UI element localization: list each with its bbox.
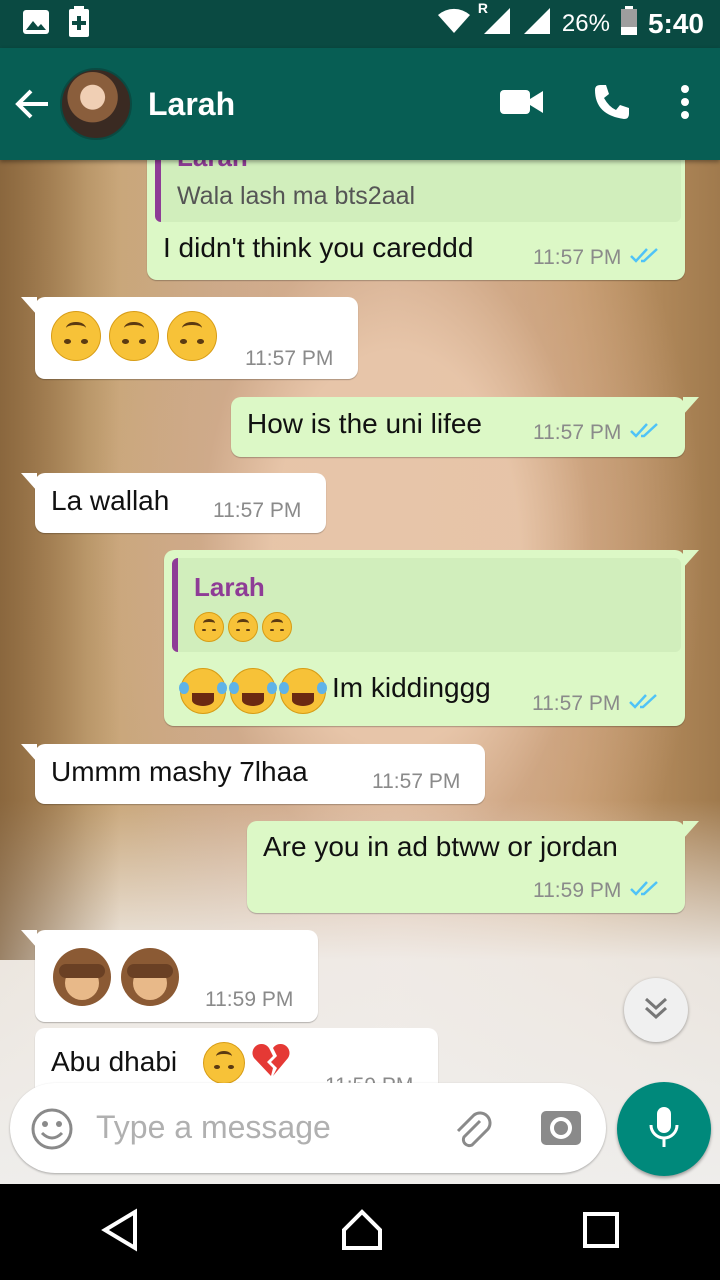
message-text: How is the uni lifee bbox=[247, 408, 483, 439]
scroll-to-bottom-button[interactable] bbox=[624, 978, 688, 1042]
emoji-icon[interactable] bbox=[30, 1107, 74, 1156]
upside-down-face-emoji bbox=[109, 311, 159, 361]
message-time: 11:57 PM bbox=[533, 246, 622, 269]
quoted-message[interactable]: Larah bbox=[172, 558, 681, 652]
message-time: 11:59 PM bbox=[205, 988, 294, 1011]
message-time: 11:57 PM bbox=[245, 347, 334, 370]
wifi-icon bbox=[436, 7, 472, 42]
message-incoming[interactable]: La wallah 11:57 PM bbox=[21, 473, 326, 533]
attach-icon[interactable] bbox=[450, 1107, 494, 1156]
read-receipt-icon bbox=[628, 692, 660, 716]
message-incoming[interactable]: Ummm mashy 7lhaa 11:57 PM bbox=[21, 744, 485, 804]
upside-down-face-emoji bbox=[203, 1042, 245, 1084]
message-outgoing[interactable]: Larah Im kiddinggg 11:57 PM bbox=[164, 550, 699, 726]
gallery-icon bbox=[22, 9, 50, 40]
home-icon[interactable] bbox=[340, 1208, 384, 1257]
message-outgoing[interactable]: Are you in ad btww or jordan 11:59 PM bbox=[247, 821, 699, 913]
broken-heart-emoji bbox=[251, 1042, 291, 1078]
recent-apps-icon[interactable] bbox=[581, 1210, 621, 1255]
camera-icon[interactable] bbox=[540, 1107, 582, 1152]
chat-background: Larah Wala lash ma bts2aal I didn't thin… bbox=[0, 160, 720, 1184]
quoted-message[interactable]: Larah Wala lash ma bts2aal bbox=[155, 160, 681, 222]
message-incoming[interactable]: 11:59 PM bbox=[21, 930, 318, 1022]
battery-icon bbox=[620, 5, 638, 43]
contact-name[interactable]: Larah bbox=[148, 86, 235, 123]
clock: 5:40 bbox=[647, 8, 704, 39]
video-call-icon[interactable] bbox=[500, 88, 544, 121]
read-receipt-icon bbox=[629, 879, 661, 903]
mic-icon bbox=[647, 1105, 681, 1154]
navigation-bar bbox=[0, 1184, 720, 1280]
upside-down-face-emoji bbox=[262, 612, 292, 642]
message-text: La wallah bbox=[51, 485, 170, 516]
signal-icon bbox=[522, 6, 552, 43]
message-text: Abu dhabi bbox=[51, 1046, 178, 1077]
message-time: 11:59 PM bbox=[533, 879, 622, 902]
quote-author: Larah bbox=[194, 572, 265, 602]
message-text: I didn't think you careddd bbox=[163, 232, 474, 263]
message-time: 11:57 PM bbox=[213, 499, 302, 522]
upside-down-face-emoji bbox=[167, 311, 217, 361]
message-text: Are you in ad btww or jordan bbox=[263, 831, 618, 862]
battery-percent: 26% bbox=[561, 10, 610, 37]
phone-call-icon[interactable] bbox=[592, 82, 632, 127]
tears-of-joy-emoji bbox=[229, 668, 277, 714]
message-outgoing[interactable]: Larah Wala lash ma bts2aal I didn't thin… bbox=[147, 160, 685, 280]
message-emoji bbox=[179, 668, 327, 714]
message-time: 11:57 PM bbox=[532, 692, 621, 715]
message-time: 11:57 PM bbox=[372, 770, 461, 793]
quote-author: Larah bbox=[177, 160, 248, 173]
read-receipt-icon bbox=[629, 421, 661, 445]
message-composer[interactable]: Type a message bbox=[10, 1083, 606, 1173]
tears-of-joy-emoji bbox=[279, 668, 327, 714]
upside-down-face-emoji bbox=[194, 612, 224, 642]
chevron-double-down-icon bbox=[643, 996, 669, 1025]
see-no-evil-monkey-emoji bbox=[121, 948, 179, 1006]
battery-saver-icon bbox=[68, 5, 90, 43]
more-options-icon[interactable] bbox=[680, 84, 690, 125]
tears-of-joy-emoji bbox=[179, 668, 227, 714]
roaming-indicator: R bbox=[477, 0, 489, 16]
chat-header: Larah bbox=[0, 48, 720, 160]
signal-icon: R bbox=[478, 0, 512, 43]
mic-button[interactable] bbox=[617, 1082, 711, 1176]
message-time: 11:57 PM bbox=[533, 421, 622, 444]
quote-text: Wala lash ma bts2aal bbox=[177, 182, 416, 210]
message-emoji bbox=[53, 948, 179, 1006]
message-outgoing[interactable]: How is the uni lifee 11:57 PM bbox=[231, 397, 699, 457]
message-input[interactable]: Type a message bbox=[96, 1109, 331, 1146]
quote-emoji bbox=[194, 612, 292, 642]
back-icon[interactable] bbox=[99, 1207, 143, 1257]
upside-down-face-emoji bbox=[51, 311, 101, 361]
message-incoming[interactable]: 11:57 PM bbox=[21, 297, 358, 379]
read-receipt-icon bbox=[629, 246, 661, 270]
status-bar: R 26% 5:40 bbox=[0, 0, 720, 48]
see-no-evil-monkey-emoji bbox=[53, 948, 111, 1006]
message-text: Ummm mashy 7lhaa bbox=[51, 756, 308, 787]
message-text: Im kiddinggg bbox=[332, 672, 491, 703]
avatar[interactable] bbox=[60, 68, 132, 140]
upside-down-face-emoji bbox=[228, 612, 258, 642]
message-emoji bbox=[203, 1042, 291, 1084]
message-emoji bbox=[51, 311, 217, 361]
back-arrow-icon[interactable] bbox=[14, 84, 54, 124]
